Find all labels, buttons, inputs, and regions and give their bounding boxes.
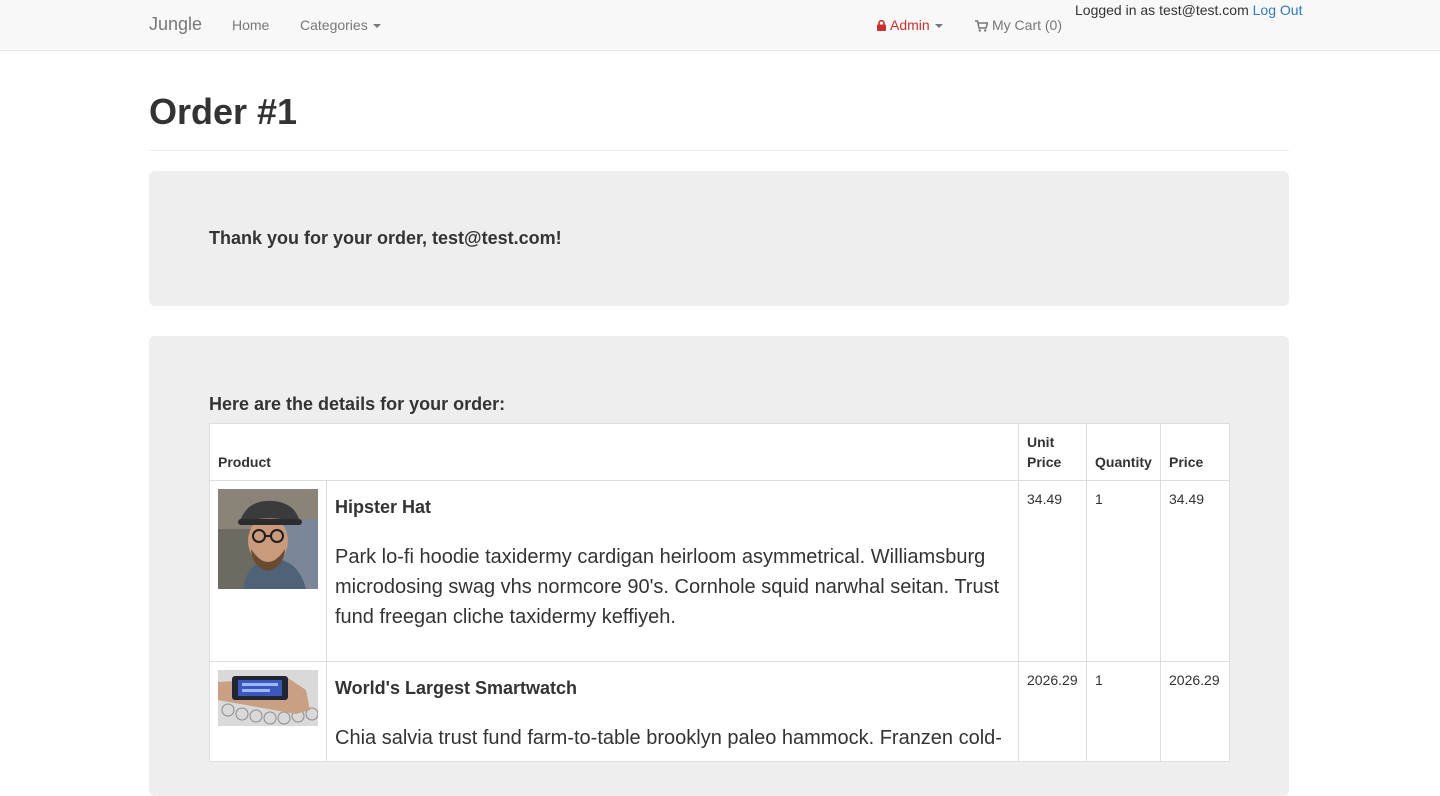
my-cart-link[interactable]: My Cart (0) [975, 17, 1062, 33]
product-description: Park lo-fi hoodie taxidermy cardigan hei… [335, 546, 1000, 628]
caret-down-icon [934, 24, 943, 29]
product-name: Hipster Hat [335, 497, 432, 517]
brand-link[interactable]: Jungle [149, 14, 202, 35]
lock-icon [877, 20, 886, 31]
logout-link[interactable]: Log Out [1253, 2, 1303, 18]
page-header: Order #1 [149, 90, 1289, 151]
admin-dropdown[interactable]: Admin [877, 17, 943, 33]
quantity-cell: 1 [1086, 661, 1162, 762]
hipster-hat-image [218, 489, 318, 589]
unit-price-cell: 2026.29 [1018, 661, 1088, 762]
navbar: Jungle Home Categories Admin My Cart (0)… [0, 0, 1440, 51]
product-info-cell: Hipster Hat Park lo-fi hoodie taxidermy … [325, 480, 1020, 662]
smartwatch-image [218, 670, 318, 726]
quantity-cell: 1 [1086, 480, 1162, 662]
price-cell: 34.49 [1160, 480, 1231, 662]
product-image-cell [209, 661, 327, 762]
order-details-panel: Here are the details for your order: Pro… [149, 336, 1289, 796]
product-name: World's Largest Smartwatch [335, 678, 578, 698]
thank-you-panel: Thank you for your order, test@test.com! [149, 171, 1289, 306]
table-row: World's Largest Smartwatch Chia salvia t… [209, 661, 1231, 762]
header-product: Product [208, 423, 1020, 481]
header-quantity: Quantity [1086, 423, 1162, 481]
admin-label: Admin [890, 17, 930, 33]
product-info-cell: World's Largest Smartwatch Chia salvia t… [325, 661, 1020, 762]
page-title: Order #1 [149, 91, 298, 132]
table-header-row: Product Unit Price Quantity Price [208, 423, 1231, 481]
product-description: Chia salvia trust fund farm-to-table bro… [335, 727, 1002, 749]
order-details-heading: Here are the details for your order: [209, 394, 506, 414]
price-cell: 2026.29 [1160, 661, 1231, 762]
cart-icon [975, 20, 988, 32]
product-image-cell [209, 480, 327, 662]
order-items-table: Product Unit Price Quantity Price Hipste… [208, 423, 1231, 762]
header-price: Price [1160, 423, 1231, 481]
logged-in-text: Logged in as test@test.com [1075, 2, 1249, 18]
thank-you-message: Thank you for your order, test@test.com! [209, 228, 562, 248]
categories-dropdown[interactable]: Categories [300, 17, 381, 33]
login-status: Logged in as test@test.com Log Out [1075, 2, 1302, 18]
nav-home-link[interactable]: Home [232, 17, 269, 33]
header-unit-price: Unit Price [1018, 423, 1088, 481]
my-cart-label: My Cart (0) [992, 17, 1062, 33]
table-row: Hipster Hat Park lo-fi hoodie taxidermy … [209, 480, 1231, 662]
categories-label: Categories [300, 17, 368, 33]
unit-price-cell: 34.49 [1018, 480, 1088, 662]
caret-down-icon [372, 24, 381, 29]
